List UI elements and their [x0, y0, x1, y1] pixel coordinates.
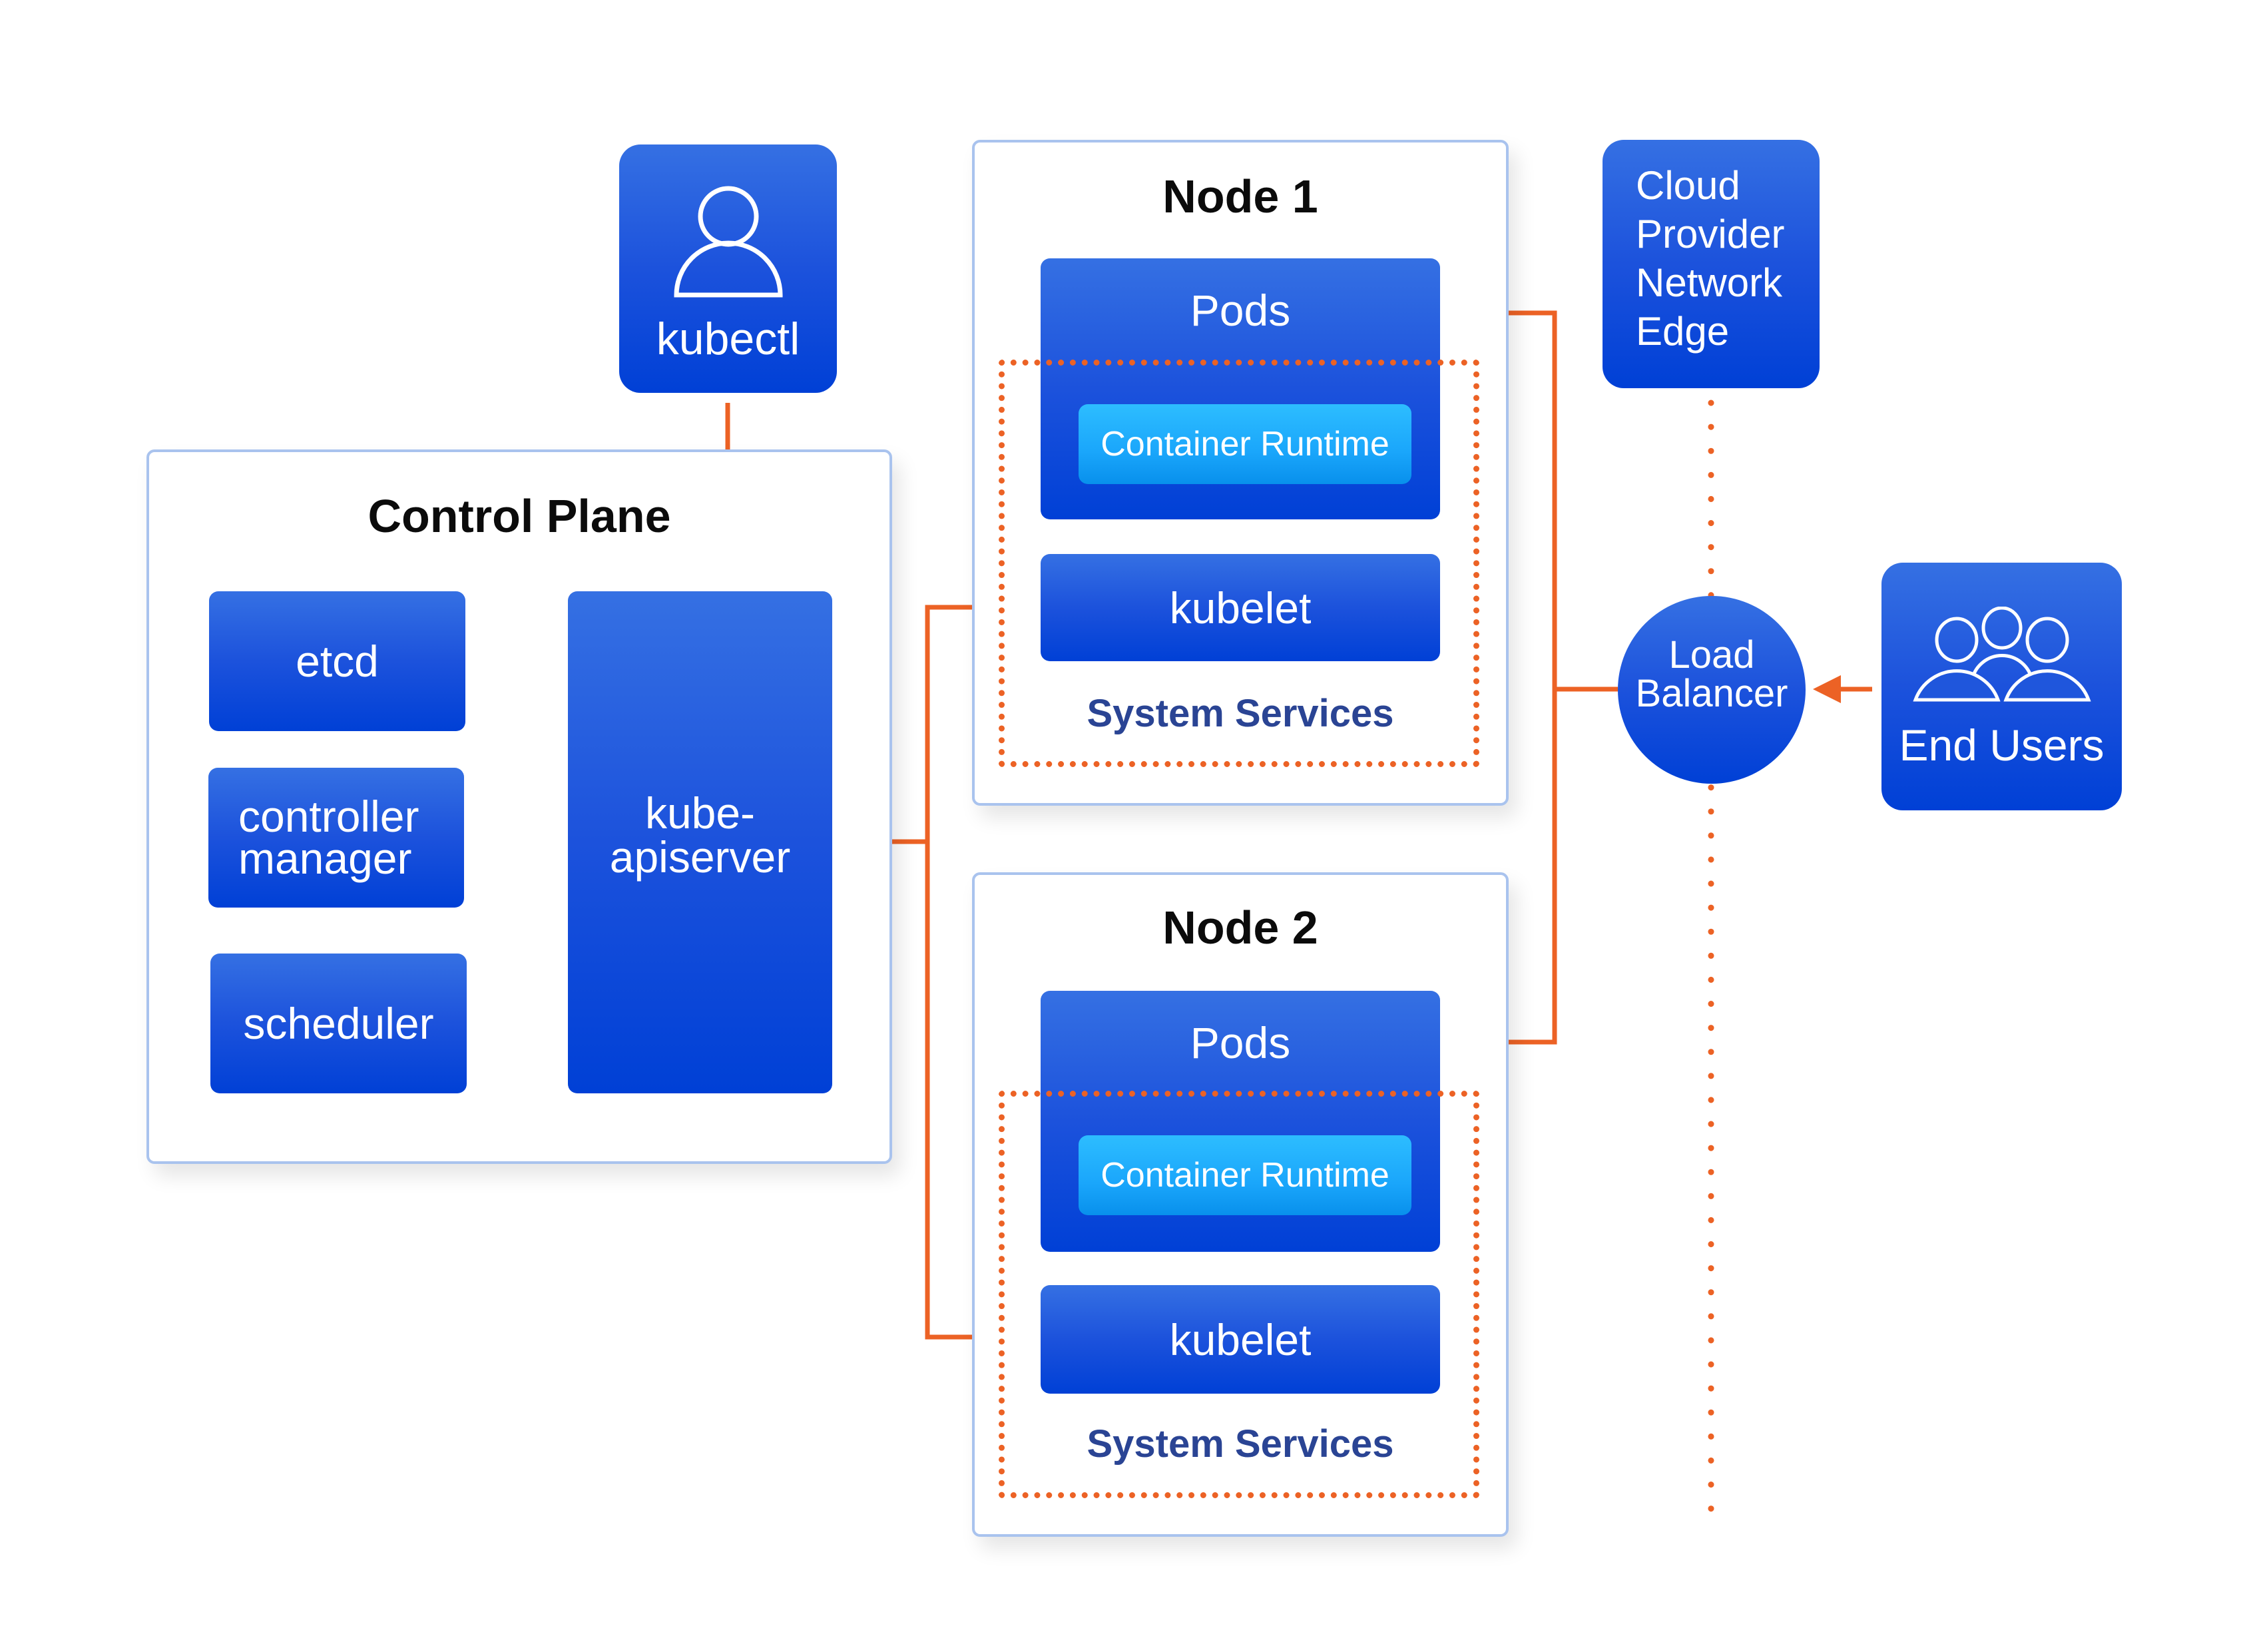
user-icon [673, 186, 783, 297]
node-2-title: Node 2 [1162, 902, 1318, 954]
node-1-system-services-boundary [999, 360, 1479, 767]
cloud-edge-line-4: Edge [1636, 309, 1730, 354]
kube-apiserver-box[interactable]: kube- apiserver [568, 591, 832, 1093]
controller-manager-box[interactable]: controller manager [208, 768, 464, 908]
cloud-edge-line-1: Cloud [1636, 163, 1740, 208]
node-2-system-services-boundary [999, 1091, 1479, 1498]
cloud-provider-edge-box[interactable]: Cloud Provider Network Edge [1603, 140, 1820, 388]
kubectl-label: kubectl [656, 313, 800, 364]
apiserver-label-line2: apiserver [609, 832, 791, 882]
load-balancer-circle[interactable]: Load Balancer [1618, 596, 1806, 784]
end-users-label: End Users [1899, 720, 2105, 770]
cloud-edge-line-3: Network [1636, 260, 1783, 305]
cloud-edge-line-2: Provider [1636, 212, 1785, 256]
scheduler-label: scheduler [243, 999, 434, 1048]
load-balancer-line1: Load [1668, 633, 1755, 677]
apiserver-label-line1: kube- [644, 788, 756, 838]
node-1-pods-label: Pods [1190, 286, 1291, 335]
kubectl-box[interactable]: kubectl [619, 144, 837, 393]
etcd-box[interactable]: etcd [209, 591, 465, 731]
controller-manager-label: controller manager [238, 792, 419, 883]
control-plane-title: Control Plane [368, 490, 671, 542]
end-users-box[interactable]: End Users [1881, 563, 2122, 810]
users-group-icon [1912, 606, 2091, 701]
scheduler-box[interactable]: scheduler [210, 954, 467, 1093]
load-balancer-line2: Balancer [1635, 672, 1788, 715]
node-2-pods-label: Pods [1190, 1018, 1291, 1067]
node-1-title: Node 1 [1162, 170, 1318, 222]
etcd-label: etcd [296, 637, 379, 686]
